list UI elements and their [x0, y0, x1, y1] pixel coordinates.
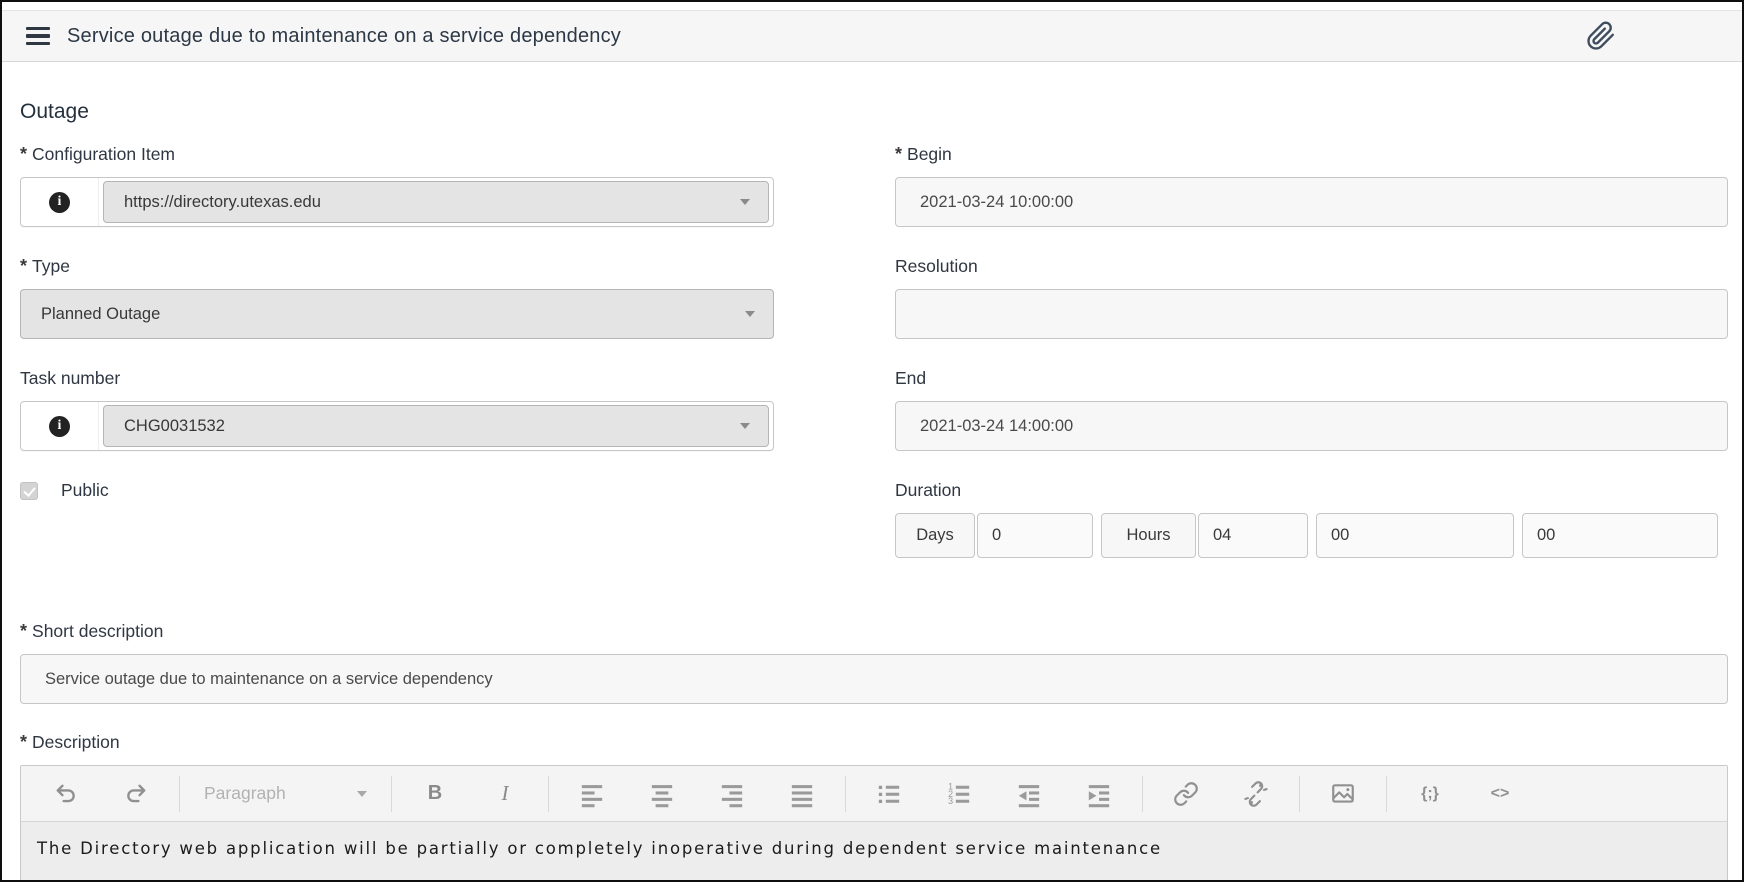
image-button[interactable]	[1308, 773, 1378, 815]
duration-label: Duration	[895, 480, 962, 500]
public-label: Public	[61, 480, 109, 500]
configuration-item-value: https://directory.utexas.edu	[124, 192, 321, 211]
description-textarea[interactable]: The Directory web application will be pa…	[21, 822, 1727, 880]
toolbar-divider	[1142, 775, 1143, 812]
indent-icon	[1088, 784, 1110, 807]
outdent-button[interactable]	[994, 773, 1064, 815]
toolbar-divider	[548, 775, 549, 812]
info-circle-glyph	[49, 415, 70, 437]
resolution-label: Resolution	[895, 256, 978, 276]
caret-down-icon	[740, 199, 750, 205]
toolbar-divider	[1386, 775, 1387, 812]
public-field: Public	[20, 480, 774, 501]
public-checkbox[interactable]	[20, 481, 38, 500]
task-number-label: Task number	[20, 368, 121, 388]
link-button[interactable]	[1151, 773, 1221, 815]
paragraph-format-dropdown[interactable]: Paragraph	[188, 773, 383, 815]
duration-days-label: Days	[895, 513, 975, 558]
undo-button[interactable]	[31, 773, 101, 815]
begin-input[interactable]	[895, 177, 1728, 227]
align-center-icon	[651, 784, 673, 807]
description-label: * Description	[20, 732, 120, 752]
duration-minutes-input[interactable]	[1316, 513, 1514, 558]
task-number-field: CHG0031532	[20, 401, 774, 451]
configuration-item-select[interactable]: https://directory.utexas.edu	[103, 181, 769, 223]
form-header-bar: Service outage due to maintenance on a s…	[2, 10, 1742, 62]
redo-button[interactable]	[101, 773, 171, 815]
caret-down-icon	[740, 423, 750, 429]
svg-text:3: 3	[948, 795, 953, 805]
outdent-icon	[1018, 784, 1040, 807]
bold-button[interactable]: B	[400, 773, 470, 815]
align-right-icon	[721, 784, 743, 807]
info-icon[interactable]	[21, 402, 99, 450]
required-asterisk: *	[20, 256, 28, 276]
toolbar-divider	[179, 775, 180, 812]
link-icon	[1174, 781, 1198, 806]
resolution-input[interactable]	[895, 289, 1728, 339]
type-value: Planned Outage	[41, 304, 161, 323]
info-icon[interactable]	[21, 178, 99, 226]
info-circle-glyph	[49, 191, 70, 213]
duration-seconds-input[interactable]	[1522, 513, 1718, 558]
align-center-button[interactable]	[627, 773, 697, 815]
configuration-item-label: * Configuration Item	[20, 144, 176, 164]
editor-toolbar: Paragraph B I 1 2 3 {;} <>	[21, 766, 1727, 822]
task-number-select[interactable]: CHG0031532	[103, 405, 769, 447]
caret-down-icon	[745, 311, 755, 317]
configuration-item-field: https://directory.utexas.edu	[20, 177, 774, 227]
numbered-list-button[interactable]: 1 2 3	[924, 773, 994, 815]
paperclip-icon[interactable]	[1586, 21, 1616, 51]
align-left-button[interactable]	[557, 773, 627, 815]
hamburger-icon[interactable]	[26, 26, 50, 46]
bullet-list-button[interactable]	[854, 773, 924, 815]
redo-icon	[127, 784, 146, 802]
outage-form-window: Service outage due to maintenance on a s…	[0, 0, 1744, 882]
duration-hours-input[interactable]	[1198, 513, 1308, 558]
numbered-list-icon: 1 2 3	[948, 781, 970, 805]
toolbar-divider	[845, 775, 846, 812]
required-asterisk: *	[895, 144, 903, 164]
form-right-column: * Begin Resolution End	[895, 144, 1728, 587]
type-select[interactable]: Planned Outage	[20, 289, 774, 339]
align-left-icon	[581, 784, 603, 807]
unlink-icon	[1244, 780, 1268, 807]
bullet-list-icon	[878, 785, 900, 803]
unlink-button[interactable]	[1221, 773, 1291, 815]
align-right-button[interactable]	[697, 773, 767, 815]
italic-button[interactable]: I	[470, 773, 540, 815]
section-title: Outage	[20, 100, 89, 123]
task-number-value: CHG0031532	[124, 416, 225, 435]
end-input[interactable]	[895, 401, 1728, 451]
align-justify-icon	[791, 784, 813, 807]
indent-button[interactable]	[1064, 773, 1134, 815]
code-sample-button[interactable]: {;}	[1395, 773, 1465, 815]
end-label: End	[895, 368, 927, 388]
toolbar-divider	[1299, 775, 1300, 812]
source-code-button[interactable]: <>	[1465, 773, 1535, 815]
begin-label: * Begin	[895, 144, 952, 164]
duration-field: Days Hours	[895, 513, 1728, 558]
duration-days-input[interactable]	[977, 513, 1093, 558]
required-asterisk: *	[20, 144, 28, 164]
required-asterisk: *	[20, 732, 28, 752]
undo-icon	[56, 784, 75, 802]
page-title: Service outage due to maintenance on a s…	[67, 24, 621, 47]
align-justify-button[interactable]	[767, 773, 837, 815]
caret-down-icon	[357, 790, 367, 797]
duration-hours-label: Hours	[1101, 513, 1196, 558]
required-asterisk: *	[20, 621, 28, 641]
description-editor: Paragraph B I 1 2 3 {;} <> The Directory…	[20, 765, 1728, 880]
toolbar-divider	[391, 775, 392, 812]
form-left-column: * Configuration Item https://directory.u…	[20, 144, 774, 587]
short-description-label: * Short description	[20, 621, 164, 641]
image-icon	[1332, 783, 1354, 803]
type-label: * Type	[20, 256, 70, 276]
short-description-input[interactable]	[20, 654, 1728, 704]
